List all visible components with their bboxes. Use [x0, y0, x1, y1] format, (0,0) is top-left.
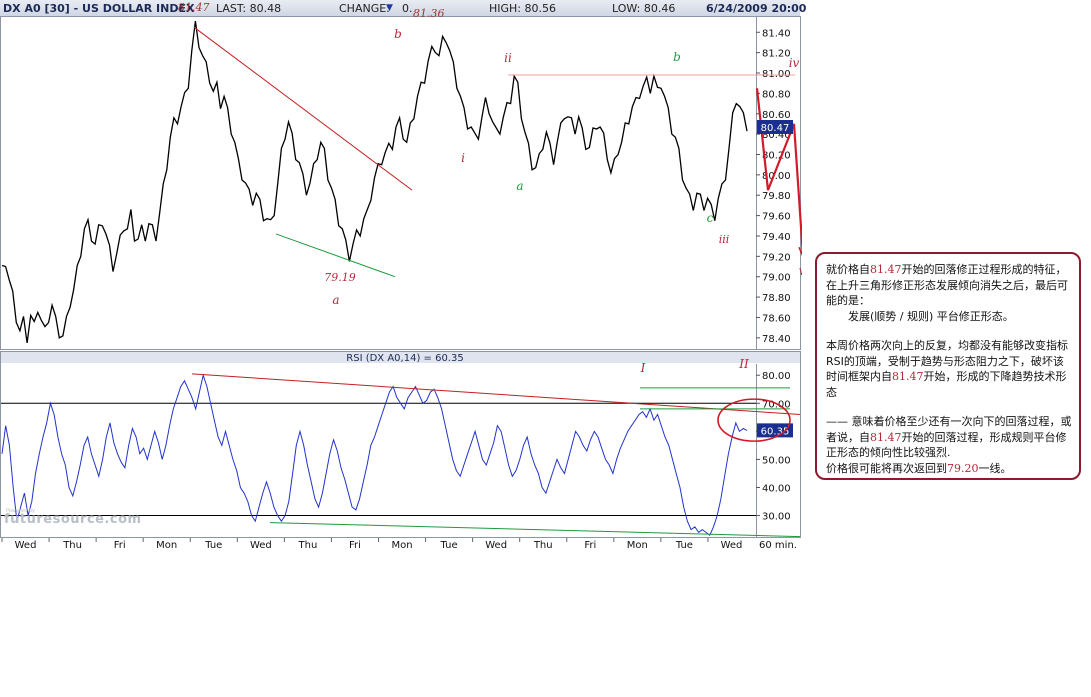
chart-header: DX A0 [30] - US DOLLAR INDEX 81.47 LAST:…: [0, 0, 806, 20]
wave-label: i: [461, 151, 465, 165]
wave-label: a: [332, 293, 339, 307]
note-number: 81.47: [870, 430, 902, 444]
high-price: HIGH: 80.56: [489, 2, 557, 15]
datetime: 6/24/2009 20:00: [706, 2, 807, 15]
change-value: 0.: [402, 2, 413, 15]
price-y-tick-label: 80.20: [762, 150, 791, 161]
rsi-y-tick-label: 50.00: [762, 455, 791, 466]
chart-svg: RSI (DX A0,14) = 60.35 81.40 81.20 81.00 80.…: [0, 16, 802, 551]
futuresource-logo: futuresource.com: [4, 512, 142, 527]
wave-label: ii: [504, 51, 512, 65]
note-paragraph-4: 价格很可能将再次返回到79.20一线。: [826, 461, 1073, 477]
price-y-tick-label: 78.40: [762, 334, 791, 345]
note-paragraph-1b: 发展(顺势 / 规则) 平台修正形态。: [848, 309, 1014, 323]
rsi-y-tick-label: 30.00: [762, 512, 791, 523]
note-paragraph-3: —— 意味着价格至少还有一次向下的回落过程，或者说，自81.47开始的回落过程，…: [826, 414, 1073, 461]
x-tick-label: Thu: [62, 540, 82, 551]
x-tick-label: Fri: [114, 540, 126, 551]
price-y-tick-label: 80.80: [762, 89, 791, 100]
x-tick-label: Wed: [485, 540, 507, 551]
b-high-annotation: 81.36: [413, 7, 445, 20]
wave-label: a: [516, 179, 523, 193]
high-annotation: 81.47: [178, 1, 210, 14]
x-tick-label: Mon: [627, 540, 648, 551]
price-y-tick-label: 78.80: [762, 293, 791, 304]
wave-label: c: [707, 211, 714, 225]
rsi-panel-frame: [0, 351, 801, 538]
note-text: 就价格自: [826, 263, 870, 276]
x-tick-label: Mon: [391, 540, 412, 551]
price-panel-frame: [0, 16, 801, 350]
x-tick-label: Tue: [204, 540, 222, 551]
rsi-wave-label: I: [640, 361, 646, 375]
wave-label: 79.19: [324, 271, 356, 284]
note-number: 79.20: [947, 461, 979, 475]
price-last-tag-value: 80.47: [761, 123, 790, 134]
rsi-wave-label: II: [738, 357, 749, 371]
x-tick-label: Wed: [721, 540, 743, 551]
note-paragraph-1: 就价格自81.47开始的回落修正过程形成的特征，在上升三角形修正形态发展倾向消失…: [826, 262, 1073, 309]
rsi-y-tick-label: 40.00: [762, 483, 791, 494]
x-tick-label: Tue: [675, 540, 693, 551]
wave-label: b: [673, 50, 681, 64]
price-y-tick-label: 81.20: [762, 49, 791, 60]
x-tick-label: Tue: [440, 540, 458, 551]
x-tick-label: Fri: [349, 540, 361, 551]
price-y-tick-label: 79.60: [762, 212, 791, 223]
price-y-tick-label: 81.40: [762, 28, 791, 39]
commentary-box: 就价格自81.47开始的回落修正过程形成的特征，在上升三角形修正形态发展倾向消失…: [815, 252, 1081, 480]
last-price: LAST: 80.48: [216, 2, 282, 15]
note-text: 价格很可能将再次返回到: [826, 461, 947, 475]
wave-label: v: [799, 264, 802, 278]
change-down-icon: ▼: [386, 3, 393, 13]
price-y-tick-label: 79.00: [762, 273, 791, 284]
wave-label: iv: [789, 56, 800, 70]
note-number: 81.47: [870, 263, 902, 276]
note-text: 一线。: [978, 461, 1012, 475]
price-y-tick-label: 81.00: [762, 69, 791, 80]
x-tick-label: Fri: [584, 540, 596, 551]
wave-label: iii: [719, 233, 730, 246]
symbol-title: DX A0 [30] - US DOLLAR INDEX: [3, 2, 195, 15]
price-y-tick-label: 79.40: [762, 232, 791, 243]
rsi-title: RSI (DX A0,14) = 60.35: [346, 353, 463, 364]
x-tick-label: Mon: [156, 540, 177, 551]
note-number: 81.47: [892, 370, 924, 383]
chart-area: RSI (DX A0,14) = 60.35 81.40 81.20 81.00 80.…: [0, 0, 806, 552]
x-tick-label: Wed: [250, 540, 272, 551]
note-paragraph-2: 本周价格两次向上的反复，均都没有能够改变指标RSI的顶端，受制于趋势与形态阻力之…: [826, 338, 1073, 400]
x-tick-label: Thu: [298, 540, 318, 551]
price-y-tick-label: 80.60: [762, 110, 791, 121]
price-y-tick-label: 78.60: [762, 313, 791, 324]
wave-label: b: [394, 27, 402, 41]
price-y-tick-label: 79.80: [762, 191, 791, 202]
change-label: CHANGE:: [339, 2, 390, 15]
price-y-tick-label: 79.20: [762, 252, 791, 263]
rsi-y-tick-label: 80.00: [762, 371, 791, 382]
x-tick-label: Thu: [533, 540, 553, 551]
x-axis-label: 60 min.: [759, 540, 797, 551]
low-price: LOW: 80.46: [612, 2, 676, 15]
x-tick-label: Wed: [15, 540, 37, 551]
